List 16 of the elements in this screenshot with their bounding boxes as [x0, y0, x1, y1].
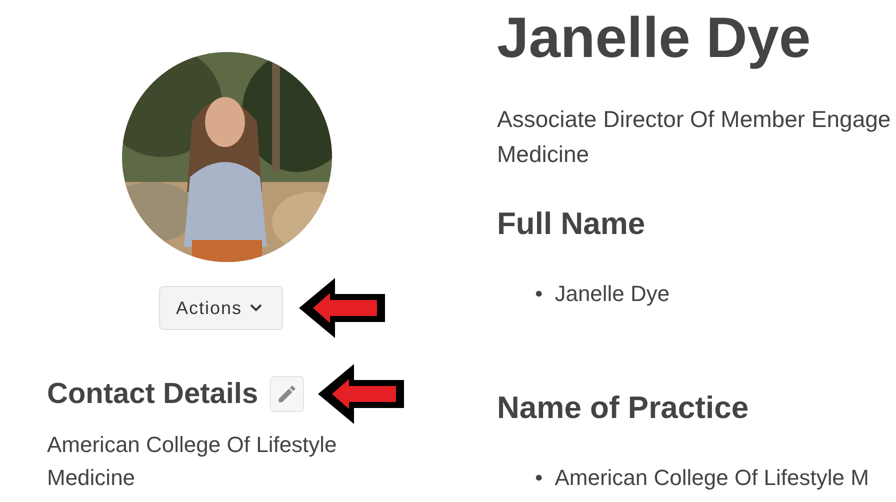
list-item: Janelle Dye	[554, 280, 670, 308]
list-item: American College Of Lifestyle M	[554, 464, 869, 492]
profile-name: Janelle Dye	[497, 5, 812, 72]
bullet: •	[535, 280, 543, 308]
section-heading: Name of Practice	[497, 390, 750, 426]
section-heading: Full Name	[497, 206, 646, 242]
section-heading: Contact Details	[47, 378, 258, 410]
address-text: Medicine	[47, 464, 136, 492]
pencil-icon	[276, 383, 298, 405]
edit-button[interactable]	[270, 376, 304, 412]
actions-button[interactable]: Actions	[159, 286, 284, 330]
chevron-down-icon	[250, 304, 262, 312]
job-title: Medicine	[497, 140, 590, 169]
job-title: Associate Director Of Member Engage	[497, 105, 892, 134]
bullet: •	[535, 464, 543, 492]
address-text: American College Of Lifestyle	[47, 431, 338, 459]
